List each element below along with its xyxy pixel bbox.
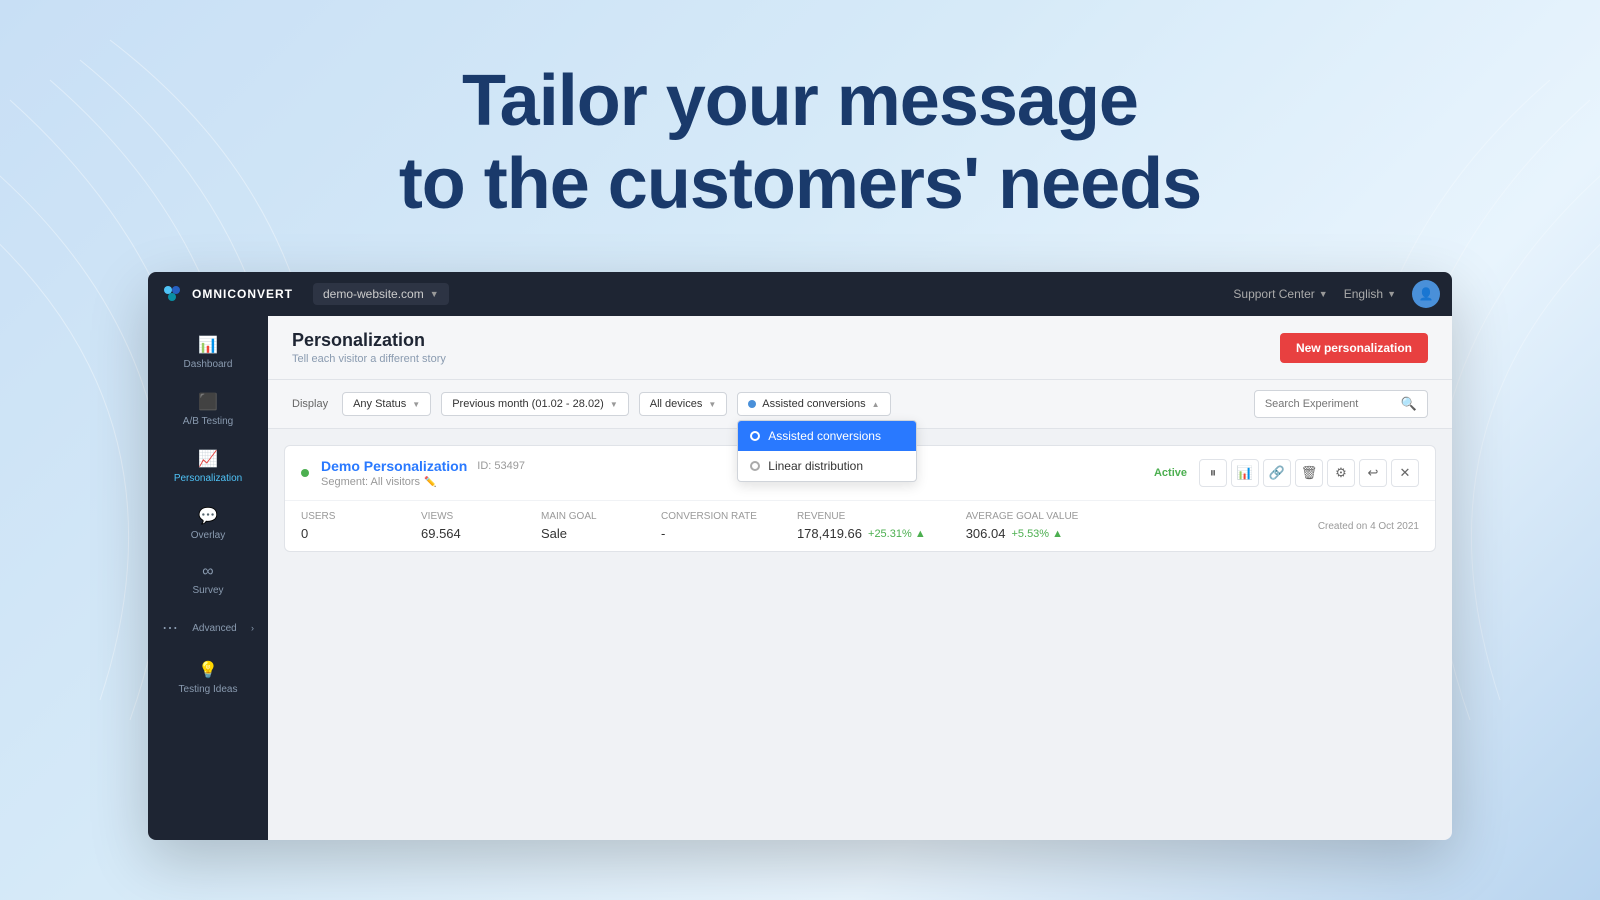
delete-button[interactable]: ✕	[1391, 459, 1419, 487]
date-filter[interactable]: Previous month (01.02 - 28.02) ▼	[441, 392, 629, 416]
settings-button[interactable]: ⚙	[1327, 459, 1355, 487]
sidebar-item-personalization[interactable]: 📈 Personalization	[154, 439, 262, 494]
avg-goal-delta: +5.53% ▲	[1011, 528, 1063, 540]
conversion-filter[interactable]: Assisted conversions ▲	[737, 392, 890, 416]
conversion-dropdown-menu: Assisted conversions Linear distribution	[737, 420, 917, 482]
refresh-button[interactable]: ↩	[1359, 459, 1387, 487]
experiment-name-block: Demo Personalization ID: 53497 Segment: …	[321, 458, 1142, 488]
personalization-icon: 📈	[198, 449, 218, 469]
logo: OMNICONVERT	[160, 282, 293, 306]
hero-section: Tailor your message to the customers' ne…	[0, 60, 1600, 226]
dashboard-icon: 📊	[198, 335, 218, 355]
status-filter[interactable]: Any Status ▼	[342, 392, 431, 416]
user-avatar[interactable]: 👤	[1412, 280, 1440, 308]
sidebar: 📊 Dashboard ⬛ A/B Testing 📈 Personalizat…	[148, 316, 268, 840]
logo-icon	[160, 282, 184, 306]
created-date: Created on 4 Oct 2021	[1318, 521, 1419, 532]
stat-conversion-rate: Conversion Rate -	[661, 511, 757, 541]
edit-segment-icon[interactable]: ✏️	[424, 477, 436, 488]
user-initial: 👤	[1419, 287, 1434, 301]
sidebar-item-overlay[interactable]: 💬 Overlay	[154, 496, 262, 551]
chart-button[interactable]: 📊	[1231, 459, 1259, 487]
status-chevron-icon: ▼	[412, 400, 420, 409]
sidebar-item-testing-ideas[interactable]: 💡 Testing Ideas	[154, 650, 262, 705]
page-title-block: Personalization Tell each visitor a diff…	[292, 330, 446, 365]
sidebar-item-dashboard[interactable]: 📊 Dashboard	[154, 325, 262, 380]
avg-goal-arrow-icon: ▲	[1052, 528, 1063, 540]
display-label: Display	[292, 398, 328, 410]
sidebar-item-ab-testing[interactable]: ⬛ A/B Testing	[154, 382, 262, 437]
stat-revenue: Revenue 178,419.66 +25.31% ▲	[797, 511, 926, 541]
stat-main-goal: Main Goal Sale	[541, 511, 621, 541]
dropdown-item-linear[interactable]: Linear distribution	[738, 451, 916, 481]
advanced-icon: ⋯	[162, 618, 178, 638]
hero-title: Tailor your message to the customers' ne…	[0, 60, 1600, 226]
device-chevron-icon: ▼	[708, 400, 716, 409]
sidebar-item-advanced[interactable]: ⋯ Advanced ›	[154, 608, 262, 648]
advanced-chevron-icon: ›	[251, 623, 254, 633]
pause-button[interactable]: ⏸	[1199, 459, 1227, 487]
page-subtitle: Tell each visitor a different story	[292, 353, 446, 365]
survey-icon: ∞	[202, 563, 213, 581]
page-title: Personalization	[292, 330, 446, 351]
stat-views: Views 69.564	[421, 511, 501, 541]
topnav-right: Support Center ▼ English ▼ 👤	[1233, 280, 1440, 308]
search-icon: 🔍	[1401, 396, 1417, 412]
action-icons-group: ⏸ 📊 🔗 🗑 ⚙ ↩ ✕	[1199, 459, 1419, 487]
site-selector[interactable]: demo-website.com ▼	[313, 283, 449, 305]
status-badge: Active	[1154, 467, 1187, 479]
sidebar-item-survey[interactable]: ∞ Survey	[154, 553, 262, 606]
trash-button[interactable]: 🗑	[1295, 459, 1323, 487]
device-filter[interactable]: All devices ▼	[639, 392, 728, 416]
link-button[interactable]: 🔗	[1263, 459, 1291, 487]
experiment-segment: Segment: All visitors ✏️	[321, 476, 525, 488]
date-chevron-icon: ▼	[610, 400, 618, 409]
content-body: Demo Personalization ID: 53497 Segment: …	[268, 429, 1452, 840]
stat-avg-goal: Average Goal Value 306.04 +5.53% ▲	[966, 511, 1079, 541]
site-chevron-icon: ▼	[430, 289, 439, 299]
top-navigation: OMNICONVERT demo-website.com ▼ Support C…	[148, 272, 1452, 316]
stats-row: Users 0 Views 69.564 Main Goal Sale Co	[285, 501, 1435, 551]
revenue-delta: +25.31% ▲	[868, 528, 926, 540]
overlay-icon: 💬	[198, 506, 218, 526]
page-header: Personalization Tell each visitor a diff…	[268, 316, 1452, 380]
language-selector[interactable]: English ▼	[1344, 287, 1396, 301]
linear-dot-icon	[750, 461, 760, 471]
support-chevron-icon: ▼	[1319, 289, 1328, 299]
new-personalization-button[interactable]: New personalization	[1280, 333, 1428, 363]
conversion-chevron-icon: ▲	[872, 400, 880, 409]
status-dot-icon	[301, 469, 309, 477]
search-experiment[interactable]: 🔍	[1254, 390, 1428, 418]
dropdown-item-assisted[interactable]: Assisted conversions	[738, 421, 916, 451]
revenue-arrow-icon: ▲	[915, 528, 926, 540]
lang-chevron-icon: ▼	[1387, 289, 1396, 299]
assisted-dot-icon	[750, 431, 760, 441]
ab-testing-icon: ⬛	[198, 392, 218, 412]
experiment-id: ID: 53497	[477, 460, 525, 472]
support-center-button[interactable]: Support Center ▼	[1233, 287, 1327, 301]
search-input[interactable]	[1265, 398, 1395, 410]
content-area: Personalization Tell each visitor a diff…	[268, 316, 1452, 840]
experiment-title[interactable]: Demo Personalization	[321, 458, 467, 474]
main-layout: 📊 Dashboard ⬛ A/B Testing 📈 Personalizat…	[148, 316, 1452, 840]
testing-ideas-icon: 💡	[198, 660, 218, 680]
stat-users: Users 0	[301, 511, 381, 541]
conversion-filter-wrapper: Assisted conversions ▲ Assisted conversi…	[737, 392, 890, 416]
conversion-dot-icon	[748, 400, 756, 408]
app-window: OMNICONVERT demo-website.com ▼ Support C…	[148, 272, 1452, 840]
filters-bar: Display Any Status ▼ Previous month (01.…	[268, 380, 1452, 429]
